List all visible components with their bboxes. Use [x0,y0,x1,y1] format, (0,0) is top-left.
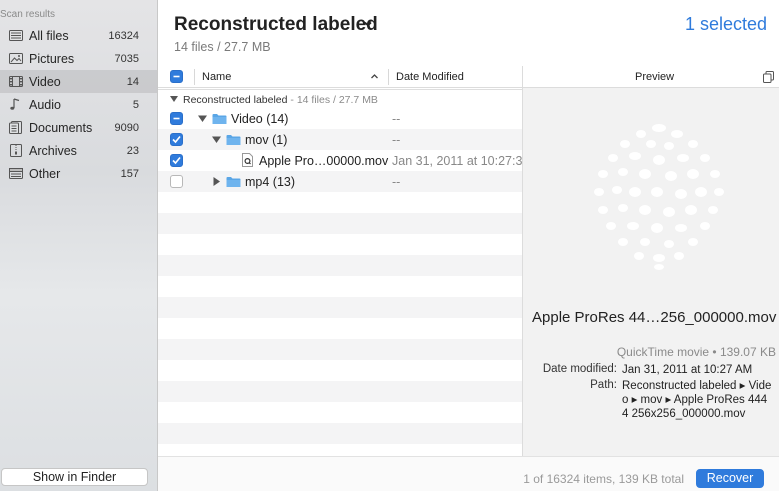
row-date: -- [392,133,401,147]
video-preview-thumbnail-icon [594,124,724,270]
sidebar-item-all-files[interactable]: All files 16324 [0,24,157,47]
preview-date-value: Jan 31, 2011 at 10:27 AM [622,364,753,376]
sidebar-item-label: All files [29,29,69,43]
sidebar-item-label: Other [29,167,61,181]
preview-header: Preview [523,66,779,88]
preview-file-kind: QuickTime movie • 139.07 KB [616,345,776,359]
other-icon [9,168,23,179]
row-date: -- [392,112,401,126]
row-name: mov (1) [245,133,288,147]
sidebar-header: Scan results [0,9,56,20]
preview-path-label: Path: [590,379,617,391]
table-row[interactable]: Video (14) -- [158,108,522,129]
table-row[interactable]: mp4 (13) -- [158,171,522,192]
music-note-icon [10,98,20,110]
checkmark-icon [172,156,181,165]
row-checkbox[interactable] [170,154,183,167]
sidebar-item-label: Documents [29,121,93,135]
column-separator [388,69,389,85]
sidebar-item-pictures[interactable]: Pictures 7035 [0,47,157,70]
page-title[interactable]: Reconstructed labeled [174,14,378,36]
row-checkbox[interactable] [170,112,183,125]
sidebar: Scan results All files 16324 Pictures 70… [0,0,158,491]
preview-path-value: Reconstructed labeled ▸ Video ▸ mov ▸ Ap… [622,380,772,420]
row-checkbox[interactable] [170,175,183,188]
folder-icon [226,135,241,145]
disclosure-triangle-closed-icon[interactable] [212,177,221,186]
row-checkbox[interactable] [170,133,183,146]
row-name: Video (14) [231,112,289,126]
group-row[interactable]: Reconstructed labeled - 14 files / 27.7 … [158,89,522,108]
sidebar-item-label: Pictures [29,52,75,66]
sidebar-item-other[interactable]: Other 157 [0,162,157,185]
selected-count: 1 selected [684,14,767,34]
sidebar-item-label: Archives [29,144,77,158]
sidebar-item-count: 14 [126,76,139,88]
sidebar-item-count: 7035 [114,53,139,65]
disclosure-triangle-open-icon[interactable] [198,114,207,123]
movie-file-icon [242,153,253,167]
row-date: Jan 31, 2011 at 10:27:3… [392,154,522,168]
checkmark-icon [172,135,181,144]
preview-title: Preview [635,71,675,83]
row-name: mp4 (13) [245,175,296,189]
file-table: Name Date Modified Reconstructed labeled… [158,66,522,456]
sidebar-item-video[interactable]: Video 14 [0,70,157,93]
picture-icon [9,53,23,64]
folder-icon [212,114,227,124]
minus-icon [173,117,180,120]
group-name: Reconstructed labeled [183,94,288,106]
disclosure-triangle-open-icon[interactable] [170,95,178,103]
chevron-down-icon[interactable] [363,19,373,29]
sidebar-item-count: 157 [120,168,139,180]
archive-icon [10,144,22,157]
copy-icon[interactable] [763,71,774,83]
table-row[interactable]: Apple Pro…00000.mov Jan 31, 2011 at 10:2… [158,150,522,171]
show-in-finder-button[interactable]: Show in Finder [1,468,148,486]
preview-file-name: Apple ProRes 44…256_000000.mov [532,309,777,326]
sidebar-item-count: 23 [126,145,139,157]
drive-icon [9,30,23,41]
minus-icon [173,75,180,78]
sidebar-item-documents[interactable]: Documents 9090 [0,116,157,139]
preview-date-label: Date modified: [542,363,617,375]
select-all-checkbox[interactable] [170,70,183,83]
film-icon [9,76,23,87]
row-name: Apple Pro…00000.mov [259,154,389,168]
sidebar-item-archives[interactable]: Archives 23 [0,139,157,162]
status-text: 1 of 16324 items, 139 KB total [523,472,684,486]
sidebar-item-audio[interactable]: Audio 5 [0,93,157,116]
row-date: -- [392,175,401,189]
disclosure-triangle-open-icon[interactable] [212,135,221,144]
table-header: Name Date Modified [158,66,522,88]
folder-icon [226,177,241,187]
column-header-name[interactable]: Name [202,71,231,83]
group-label: Reconstructed labeled - 14 files / 27.7 … [183,94,378,106]
sidebar-item-count: 16324 [108,30,139,42]
column-separator [194,69,195,85]
sidebar-item-count: 5 [132,99,139,111]
table-row[interactable]: mov (1) -- [158,129,522,150]
group-meta: - 14 files / 27.7 MB [287,94,378,106]
sidebar-item-label: Video [29,75,61,89]
column-header-date-modified[interactable]: Date Modified [396,71,464,83]
preview-panel: Preview Apple ProRes 44…256_000000.mov Q… [522,66,779,456]
footer-bar: 1 of 16324 items, 139 KB total Recover [158,456,779,491]
recover-button[interactable]: Recover [696,469,764,488]
sidebar-item-label: Audio [29,98,61,112]
sort-ascending-icon[interactable] [370,72,379,81]
document-icon [9,121,22,134]
page-subtitle: 14 files / 27.7 MB [174,40,271,54]
sidebar-item-count: 9090 [114,122,139,134]
